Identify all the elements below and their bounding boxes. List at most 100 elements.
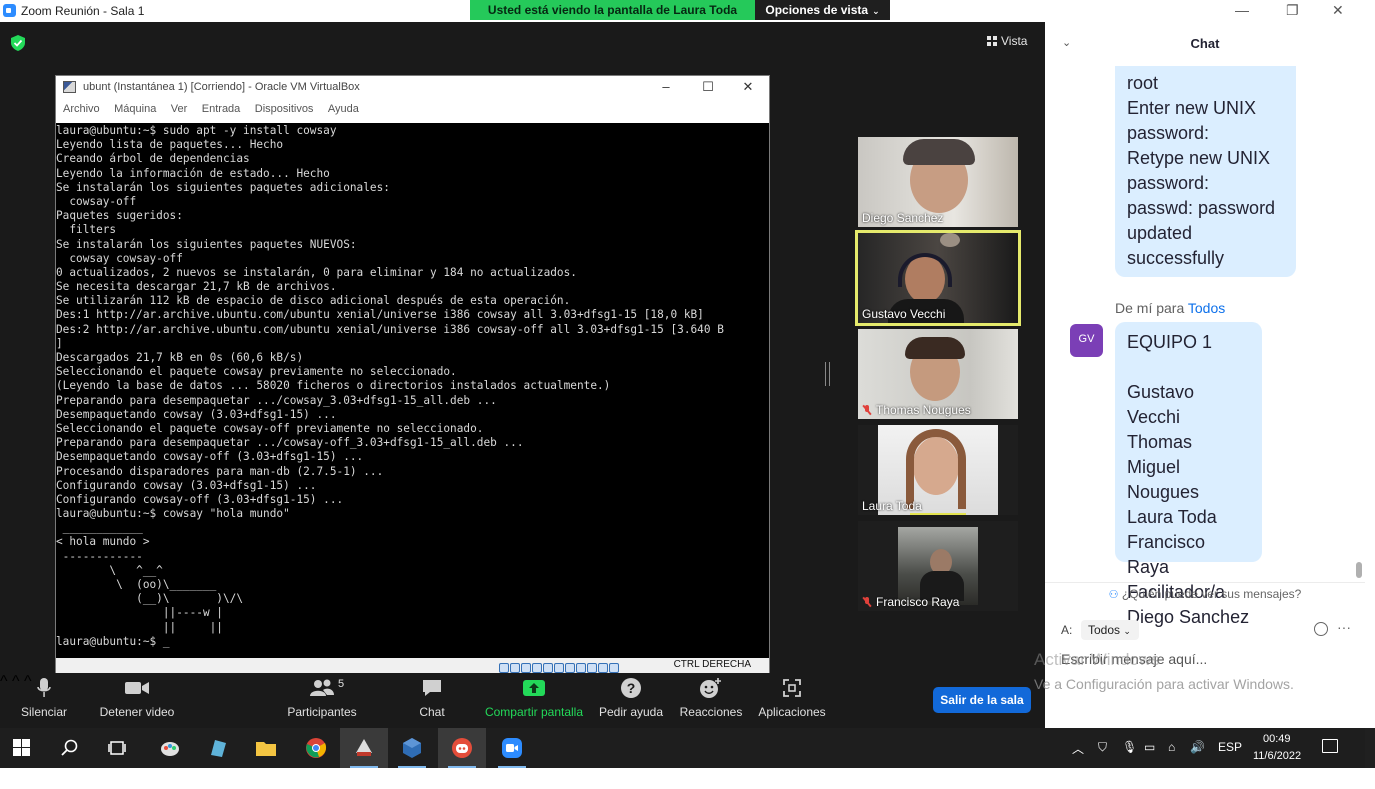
menu-entrada[interactable]: Entrada: [202, 98, 241, 120]
folder-icon: [256, 742, 276, 756]
notifications-icon[interactable]: [1322, 739, 1338, 753]
minimize-icon[interactable]: –: [658, 79, 674, 95]
chat-button[interactable]: Chat: [410, 677, 454, 719]
shield-icon[interactable]: [11, 35, 25, 51]
terminal-line: Configurando cowsay (3.03+dfsg1-15) ...: [56, 478, 317, 492]
recipient-row: A: Todos ⌄ ···: [1061, 619, 1351, 640]
tray-battery-icon[interactable]: ▭: [1144, 740, 1155, 754]
who-can-see-messages[interactable]: ⚇ ¿Quién puede ver sus mensajes?: [1045, 582, 1365, 604]
chat-message-bubble: EQUIPO 1 Gustavo Vecchi Thomas Miguel No…: [1115, 322, 1262, 627]
taskbar-app-notes[interactable]: [194, 728, 242, 768]
stop-video-button[interactable]: Detener video: [92, 677, 182, 719]
maximize-icon[interactable]: ☐: [700, 79, 716, 95]
clock-time[interactable]: 00:49: [1263, 733, 1291, 745]
participant-tile[interactable]: Laura Toda: [858, 425, 1018, 515]
chat-header: — ❐ ✕ ⌄ Chat: [1045, 0, 1365, 66]
mute-button[interactable]: Silenciar: [14, 677, 74, 719]
terminal-line: Se utilizarán 112 kB de espacio de disco…: [56, 294, 571, 308]
shared-folder-icon[interactable]: [554, 663, 564, 673]
close-icon[interactable]: ✕: [740, 79, 756, 95]
menu-ver[interactable]: Ver: [171, 98, 188, 120]
reactions-button[interactable]: Reacciones: [678, 677, 744, 719]
participant-tile[interactable]: Thomas Nougues: [858, 329, 1018, 419]
display-icon[interactable]: [565, 663, 575, 673]
menu-maquina[interactable]: Máquina: [114, 98, 156, 120]
sender-prefix: De mí para: [1115, 300, 1185, 316]
network-icon[interactable]: [532, 663, 542, 673]
window-restore-icon[interactable]: ❐: [1286, 2, 1299, 19]
chat-bubble-icon: [423, 680, 441, 696]
ask-help-button[interactable]: ? Pedir ayuda: [597, 677, 665, 719]
taskbar-app-zoom[interactable]: [488, 728, 536, 768]
taskbar-app-discord[interactable]: [438, 728, 486, 768]
hair: [903, 139, 975, 165]
windows-start-icon[interactable]: [13, 739, 30, 756]
muted-mic-icon: [862, 597, 872, 607]
view-options-label: Opciones de vista: [765, 3, 869, 17]
task-view-icon[interactable]: [108, 739, 126, 757]
keyboard-icon[interactable]: [609, 663, 619, 673]
recording-icon[interactable]: [576, 663, 586, 673]
participant-tile[interactable]: Francisco Raya: [858, 521, 1018, 611]
tray-chevron-up-icon[interactable]: ︿: [1072, 740, 1084, 757]
recipient-link[interactable]: Todos: [1188, 300, 1225, 316]
resize-splitter[interactable]: [825, 362, 830, 386]
tray-security-icon[interactable]: ⛉: [1098, 740, 1107, 755]
message-line: Retype new UNIX: [1127, 148, 1271, 168]
view-options-button[interactable]: Opciones de vista ⌄: [755, 0, 890, 20]
bottom-margin: [0, 768, 1365, 789]
terminal-line: laura@ubuntu:~$ sudo apt -y install cows…: [56, 124, 337, 137]
participants-button[interactable]: 5 Participantes: [282, 677, 362, 719]
menu-ayuda[interactable]: Ayuda: [328, 98, 359, 120]
terminal-line: Preparando para desempaquetar .../cowsay…: [56, 436, 524, 450]
participant-tile-active[interactable]: Gustavo Vecchi: [855, 230, 1021, 326]
muted-mic-icon: [862, 405, 872, 415]
terminal-line: cowsay cowsay-off: [56, 251, 183, 265]
grid-icon: [987, 36, 997, 46]
terminal-line: Leyendo lista de paquetes... Hecho: [56, 138, 284, 152]
terminal-output[interactable]: laura@ubuntu:~$ sudo apt -y install cows…: [56, 123, 769, 658]
tray-network-icon[interactable]: ⌂: [1168, 740, 1175, 754]
participant-tile[interactable]: Diego Sanchez: [858, 137, 1018, 227]
taskbar-app-explorer[interactable]: [242, 728, 290, 768]
taskbar-app-virtualbox[interactable]: [388, 728, 436, 768]
tray-volume-icon[interactable]: 🔊: [1190, 740, 1205, 754]
emoji-icon[interactable]: [1314, 622, 1328, 636]
terminal-line: || ||: [56, 620, 223, 634]
recipient-select[interactable]: Todos ⌄: [1081, 620, 1139, 640]
menu-archivo[interactable]: Archivo: [63, 98, 100, 120]
discord-icon: [452, 738, 472, 758]
view-button[interactable]: Vista: [987, 34, 1027, 48]
clock-date[interactable]: 11/6/2022: [1253, 750, 1301, 762]
chat-scrollbar[interactable]: [1353, 66, 1365, 582]
hdd-icon[interactable]: [499, 663, 509, 673]
window-close-icon[interactable]: ✕: [1332, 2, 1344, 19]
usb-icon[interactable]: [543, 663, 553, 673]
cpu-icon[interactable]: [587, 663, 597, 673]
sticky-notes-icon: [211, 740, 226, 757]
share-screen-button[interactable]: Compartir pantalla: [482, 677, 586, 719]
search-icon[interactable]: [61, 739, 79, 757]
terminal-line: Seleccionando el paquete cowsay previame…: [56, 365, 457, 379]
terminal-line: Descargados 21,7 kB en 0s (60,6 kB/s): [56, 351, 304, 364]
more-options-icon[interactable]: ···: [1337, 619, 1351, 635]
tray-microphone-icon[interactable]: 🎙: [1122, 740, 1137, 754]
optical-icon[interactable]: [510, 663, 520, 673]
window-minimize-icon[interactable]: —: [1235, 2, 1249, 18]
terminal-line: (__)\ )\/\: [56, 592, 244, 606]
mouse-integration-icon[interactable]: [598, 663, 608, 673]
taskbar-app-chrome[interactable]: [292, 728, 340, 768]
apps-button[interactable]: Aplicaciones: [756, 677, 828, 719]
audio-icon[interactable]: [521, 663, 531, 673]
language-indicator[interactable]: ESP: [1218, 740, 1242, 754]
menu-dispositivos[interactable]: Dispositivos: [255, 98, 314, 120]
terminal-line: \ ^__^: [56, 563, 163, 577]
terminal-line: Procesando disparadores para man-db (2.7…: [56, 464, 384, 478]
zoom-icon: [502, 738, 522, 758]
terminal-line: filters: [56, 223, 117, 237]
taskbar-app-inkscape[interactable]: [340, 728, 388, 768]
taskbar-app-paint[interactable]: [146, 728, 194, 768]
mute-options-caret-icon[interactable]: ^: [0, 673, 8, 690]
leave-room-button[interactable]: Salir de la sala: [933, 687, 1031, 713]
scrollbar-thumb[interactable]: [1356, 562, 1362, 578]
